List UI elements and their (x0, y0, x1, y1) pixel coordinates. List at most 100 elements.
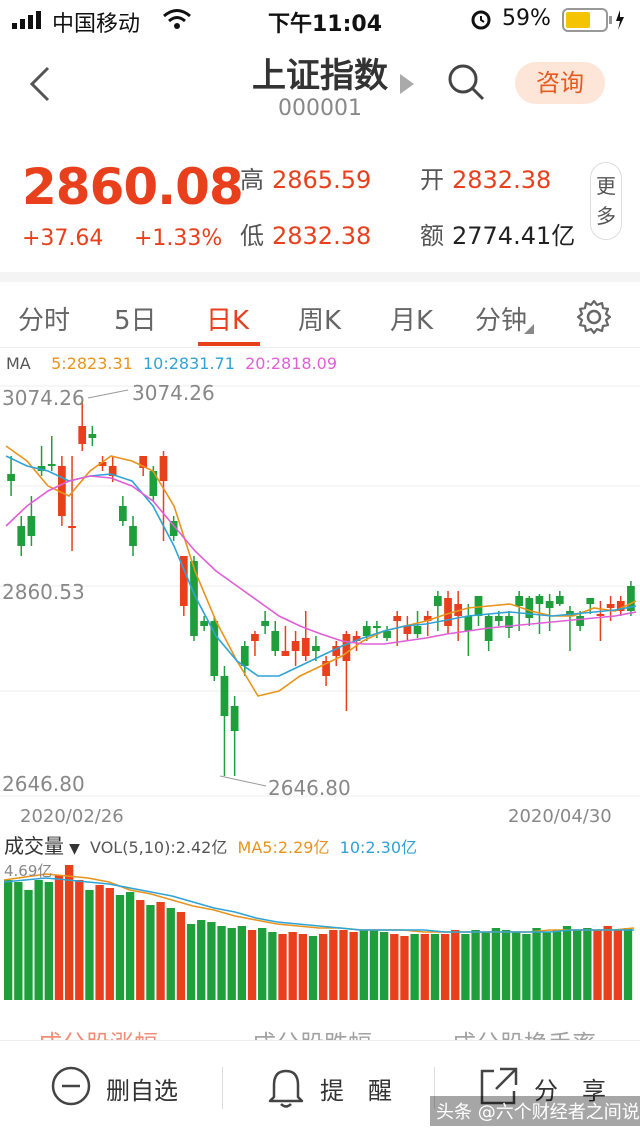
volume-bar (369, 930, 379, 1000)
date-end: 2020/04/30 (508, 806, 612, 827)
date-start: 2020/02/26 (20, 806, 124, 827)
volume-bar (390, 934, 399, 1000)
tab-daily-k[interactable]: 日K (206, 300, 249, 337)
candle-body (301, 638, 310, 656)
candle-body (393, 616, 402, 621)
volume-bar (207, 922, 216, 1000)
max-marker-label: 3074.26 (132, 381, 215, 405)
volume-bar (258, 928, 267, 1000)
candle-body (230, 706, 239, 731)
volume-bar (379, 932, 389, 1000)
volume-bar (186, 924, 196, 1000)
settings-button[interactable] (575, 298, 613, 336)
battery-percent: 59% (502, 6, 551, 31)
ma-legend: MA 5:2823.31 10:2831.71 20:2818.09 (6, 354, 337, 373)
volume-bar (552, 930, 562, 1000)
candle-body (17, 526, 26, 546)
alert-label[interactable]: 提 醒 (320, 1071, 392, 1106)
volume-bar (471, 930, 480, 1000)
candle-body (606, 604, 615, 608)
min-marker-line (219, 775, 267, 787)
search-icon (448, 64, 485, 101)
volume-bar (268, 932, 277, 1000)
tab-weekly-k[interactable]: 周K (298, 300, 341, 337)
next-arrow-icon[interactable] (400, 74, 414, 94)
tab-minute[interactable]: 分钟 (475, 300, 527, 337)
current-price: 2860.08 (22, 158, 244, 216)
volume-bar (430, 934, 440, 1000)
high-stat: 高 2865.59 (240, 166, 372, 194)
alert-button[interactable] (266, 1065, 306, 1113)
candle-body (494, 616, 503, 621)
volume-bar (461, 934, 470, 1000)
volume-bar (217, 926, 226, 1000)
candle-body (535, 596, 544, 604)
candle-body (383, 631, 391, 638)
candle-body (7, 474, 15, 481)
candle-body (129, 526, 137, 546)
consult-button[interactable]: 咨询 (515, 62, 605, 104)
candle-body (596, 614, 605, 616)
candle-body (261, 621, 269, 626)
volume-bar (308, 936, 318, 1000)
candle-body (444, 598, 452, 626)
price-change: +37.64 (22, 226, 104, 251)
candle-body (251, 634, 259, 641)
volume-bar (125, 892, 135, 1000)
active-tab-underline (198, 342, 260, 346)
candle-body (88, 434, 97, 438)
tab-5day[interactable]: 5日 (114, 300, 157, 337)
candle-body (78, 426, 87, 444)
volume-bar (501, 930, 511, 1000)
candle-body (240, 646, 249, 666)
y-high-label: 3074.26 (2, 386, 85, 410)
kline-svg (0, 385, 640, 797)
toolbar-divider (222, 1067, 223, 1109)
tab-monthly-k[interactable]: 月K (390, 300, 433, 337)
volume-bar (14, 882, 23, 1000)
ma20-line (5, 475, 637, 645)
candle-body (342, 634, 351, 661)
min-marker-label: 2646.80 (268, 776, 351, 800)
ma10-value: 10:2831.71 (143, 354, 235, 373)
y-low-label: 2646.80 (2, 772, 85, 796)
search-button[interactable] (446, 62, 486, 102)
volume-bar (603, 926, 612, 1000)
candle-body (68, 526, 76, 528)
volume-bar (64, 865, 74, 1000)
volume-bar (400, 936, 409, 1000)
max-marker-line (87, 389, 129, 399)
ma5-value: 5:2823.31 (51, 354, 133, 373)
tab-intraday[interactable]: 分时 (18, 300, 70, 337)
remove-watchlist-button[interactable] (50, 1065, 92, 1111)
candle-body (515, 596, 524, 606)
kline-chart[interactable]: 3074.26 2860.53 2646.80 3074.26 2646.80 (0, 376, 640, 802)
minus-circle-icon (51, 1066, 91, 1106)
volume-bar (95, 885, 104, 1000)
candle-body (281, 651, 290, 656)
volume-bar (522, 934, 531, 1000)
more-button[interactable]: 更多 (590, 162, 622, 240)
volume-bar (532, 928, 541, 1000)
volume-bar (319, 934, 328, 1000)
candle-body (413, 626, 422, 634)
volume-bar (573, 930, 582, 1000)
remove-watchlist-label[interactable]: 删自选 (106, 1071, 178, 1106)
volume-bar (451, 930, 460, 1000)
candle-body (220, 676, 229, 716)
volume-bar (359, 930, 368, 1000)
candle-body (433, 596, 442, 606)
volume-bar (623, 928, 633, 1000)
candle-body (291, 641, 300, 651)
volume-bar (105, 888, 114, 1000)
carrier: 中国移动 (52, 12, 141, 37)
volume-bar (34, 880, 43, 1000)
clock: 下午11:04 (268, 12, 383, 37)
ma20-value: 20:2818.09 (245, 354, 338, 373)
volume-bar (491, 928, 501, 1000)
low-stat: 低 2832.38 (240, 222, 372, 250)
volume-bar (197, 920, 206, 1000)
bell-icon (268, 1069, 304, 1108)
volume-bar (288, 932, 297, 1000)
volume-bar (410, 934, 419, 1000)
